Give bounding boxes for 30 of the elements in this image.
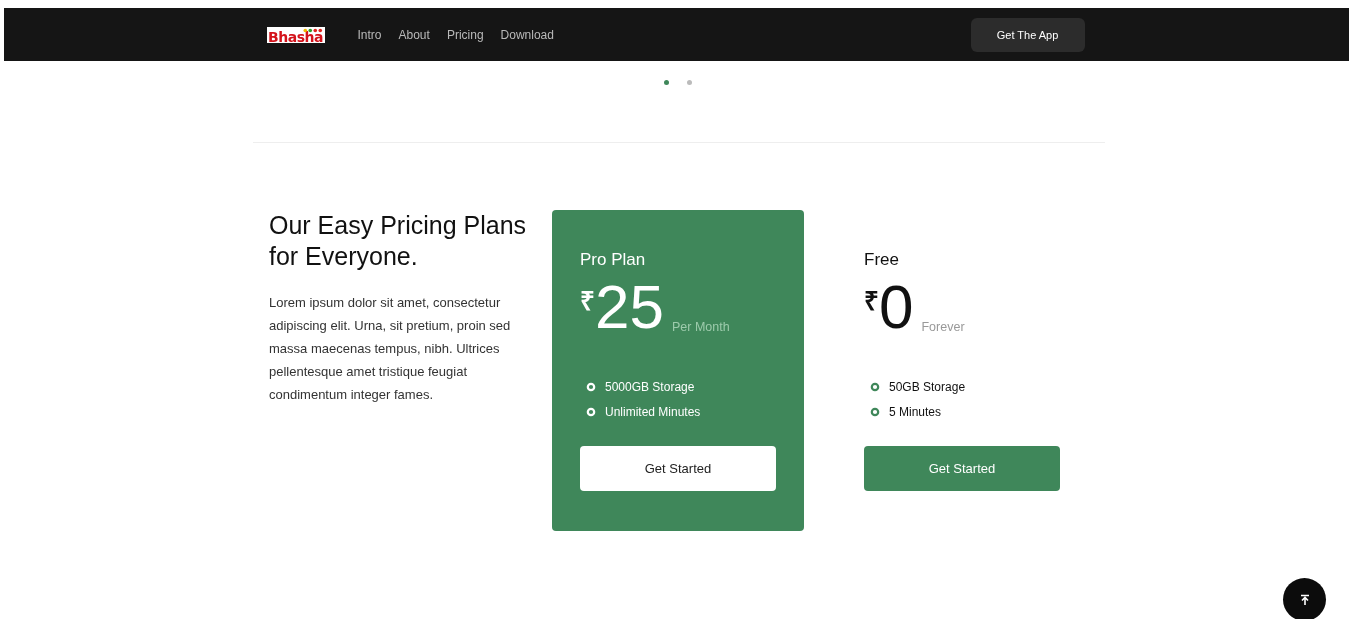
price-period: Per Month — [671, 320, 730, 334]
ring-icon — [586, 406, 596, 417]
ring-icon — [586, 381, 596, 392]
carousel-dot[interactable] — [664, 80, 669, 85]
logo[interactable]: Bhasha — [266, 26, 325, 43]
currency-symbol: ₹ — [864, 285, 879, 318]
nav-link[interactable]: Pricing — [446, 27, 484, 42]
section-heading: Our Easy Pricing Plans for Everyone. — [269, 210, 528, 272]
ring-icon — [870, 381, 880, 392]
plan-price: 25 — [595, 276, 664, 338]
ring-icon — [870, 406, 880, 417]
feature-text: 5 Minutes — [889, 404, 942, 419]
plan-name: Pro Plan — [580, 250, 647, 270]
feature-text: 50GB Storage — [889, 379, 966, 394]
plan-price: 0 — [879, 276, 914, 338]
nav-link[interactable]: About — [398, 27, 430, 42]
feature-text: 5000GB Storage — [605, 379, 695, 394]
arrow-to-top-icon — [1298, 593, 1311, 606]
nav-link[interactable]: Download — [500, 27, 554, 42]
feature-text: Unlimited Minutes — [605, 404, 701, 419]
section-description: Lorem ipsum dolor sit amet, consectetur adipiscing elit. Urna, sit pretium, proin sed massa maecenas tempus, nibh. Ultrices pellentesque amet tristique feugiat condimentum integer fames. — [269, 294, 512, 404]
get-started-button[interactable]: Get Started — [864, 446, 1060, 491]
get-app-button[interactable]: Get The App — [970, 17, 1085, 52]
plan-name: Free — [864, 250, 900, 270]
get-started-button[interactable]: Get Started — [580, 446, 776, 491]
nav-link[interactable]: Intro — [357, 27, 382, 42]
currency-symbol: ₹ — [580, 285, 595, 318]
scroll-top-button[interactable] — [1283, 578, 1326, 619]
price-period: Forever — [921, 320, 965, 334]
carousel-dot[interactable] — [687, 80, 692, 85]
